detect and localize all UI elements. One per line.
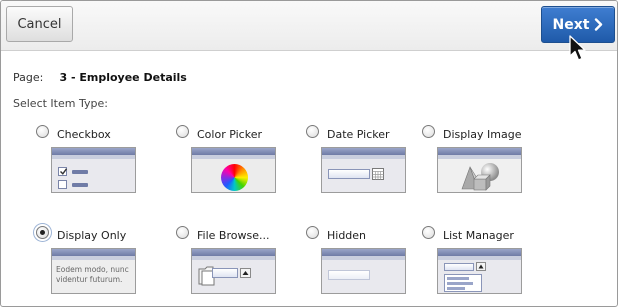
list-manager-preview-image [437,248,522,294]
wizard-window: Cancel Next Page: 3 - Employee Details S… [0,0,618,307]
item-type-date-picker[interactable]: Date Picker [306,125,422,215]
file-browse-preview-image [191,248,276,294]
cancel-button-label: Cancel [17,16,62,32]
page-label: Page: [13,71,44,84]
color-picker-preview-image [191,147,276,193]
checkmark-icon [60,168,68,175]
item-type-hidden[interactable]: Hidden [306,226,422,306]
cancel-button[interactable]: Cancel [6,6,73,42]
page-value: 3 - Employee Details [59,71,187,84]
item-type-checkbox[interactable]: Checkbox [36,125,152,215]
select-item-type-label: Select Item Type: [13,97,108,110]
radio-display-only[interactable] [36,226,49,239]
radio-checkbox[interactable] [36,125,49,138]
shapes-icon [461,163,499,191]
hidden-preview-image [321,248,406,294]
item-type-display-only[interactable]: Display Only Eodem modo, nunc videntur f… [36,226,152,306]
item-type-file-browse[interactable]: File Browse... [176,226,292,306]
item-type-label: Display Image [443,128,522,141]
next-button-label: Next [552,16,590,33]
triangle-up-icon [478,264,484,269]
item-type-display-image[interactable]: Display Image [422,125,538,215]
mouse-pointer-icon [569,35,586,61]
radio-color-picker[interactable] [176,125,189,138]
wizard-toolbar: Cancel Next [1,1,617,51]
date-picker-preview-image [321,147,406,193]
color-wheel-icon [221,164,248,191]
item-type-label: Date Picker [327,128,390,141]
display-only-preview-image: Eodem modo, nunc videntur futurum. [51,248,136,294]
radio-display-image[interactable] [422,125,435,138]
page-info: Page: 3 - Employee Details [13,71,187,84]
item-type-list-manager[interactable]: List Manager [422,226,538,306]
triangle-up-icon [242,271,249,275]
radio-file-browse[interactable] [176,226,189,239]
item-type-label: File Browse... [197,229,270,242]
item-type-label: List Manager [443,229,514,242]
item-type-label: Display Only [57,229,127,242]
radio-hidden[interactable] [306,226,319,239]
calendar-icon [372,168,384,180]
radio-list-manager[interactable] [422,226,435,239]
display-only-sample-text: Eodem modo, nunc videntur futurum. [56,265,129,284]
radio-date-picker[interactable] [306,125,319,138]
item-type-label: Checkbox [57,128,111,141]
item-type-color-picker[interactable]: Color Picker [176,125,292,215]
chevron-right-icon [595,18,603,31]
item-type-label: Hidden [327,229,367,242]
item-type-label: Color Picker [197,128,262,141]
display-image-preview-image [437,147,522,193]
checkbox-preview-image [51,147,136,193]
